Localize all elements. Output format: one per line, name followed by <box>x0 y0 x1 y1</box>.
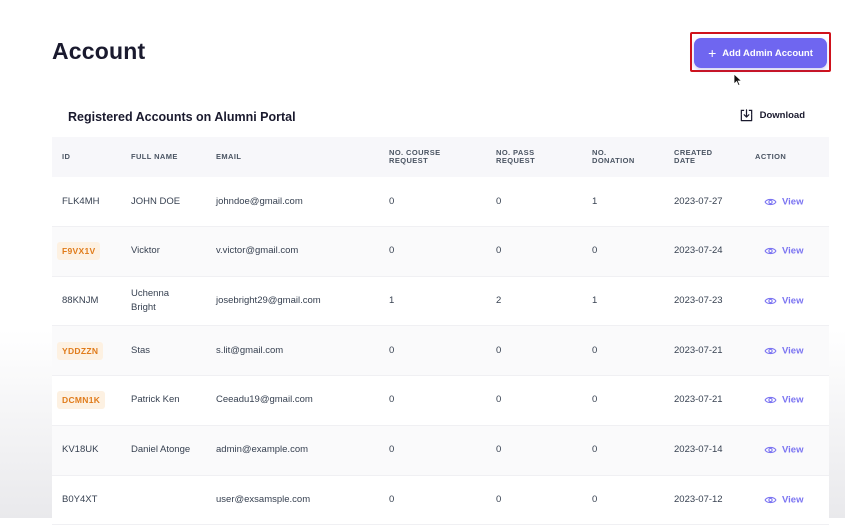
cell-email: josebright29@gmail.com <box>216 294 321 306</box>
header-full-name: FULL NAME <box>131 152 178 161</box>
cell-pass-request: 0 <box>496 493 502 505</box>
plus-icon: + <box>708 44 717 61</box>
view-label: View <box>782 196 804 207</box>
cell-course-request: 0 <box>389 394 395 406</box>
cell-donation: 0 <box>592 493 598 505</box>
eye-icon <box>764 198 777 205</box>
cell-id: B0Y4XT <box>62 493 98 505</box>
header-created-date: CREATED DATE <box>674 148 713 165</box>
cell-pass-request: 0 <box>496 245 502 257</box>
view-button[interactable]: View <box>764 295 803 306</box>
cell-created-date: 2023-07-24 <box>674 245 723 257</box>
view-label: View <box>782 295 804 307</box>
page-title: Account <box>52 38 146 64</box>
cell-created-date: 2023-07-27 <box>674 195 723 207</box>
cell-id: FLK4MH <box>62 195 100 207</box>
cell-created-date: 2023-07-14 <box>674 444 723 455</box>
table-row: F9VX1V Vicktor v.victor@gmail.com 0 0 0 2023-0… <box>52 226 829 277</box>
cell-pass-request: 2 <box>496 294 502 306</box>
view-button[interactable]: View <box>764 246 803 257</box>
header-id: ID <box>62 152 71 161</box>
view-label: View <box>782 494 804 506</box>
header-course-request: NO. COURSE REQUEST <box>389 148 441 165</box>
cell-id: DCMN1K <box>57 391 106 410</box>
download-button[interactable]: Download <box>739 108 805 123</box>
header-email: EMAIL <box>216 152 242 161</box>
cell-full-name: Patrick Ken <box>131 394 180 406</box>
cell-donation: 1 <box>592 195 598 207</box>
cell-pass-request: 0 <box>496 195 502 207</box>
cell-id: F9VX1V <box>57 242 101 261</box>
view-button[interactable]: View <box>764 494 803 505</box>
header-pass-request: NO. PASS REQUEST <box>496 148 536 165</box>
cell-course-request: 0 <box>389 195 395 207</box>
header-donation: NO. DONATION <box>592 148 635 165</box>
cell-pass-request: 0 <box>496 444 502 455</box>
cell-id: KV18UK <box>62 444 99 455</box>
table-row: YDDZZN Stas s.lit@gmail.com 0 0 0 2023-07-21 Vi… <box>52 326 829 377</box>
cell-donation: 1 <box>592 294 598 306</box>
mouse-cursor-icon <box>733 73 743 87</box>
cell-created-date: 2023-07-21 <box>674 344 723 356</box>
accounts-card: Registered Accounts on Alumni Portal Dow… <box>52 94 829 525</box>
view-button[interactable]: View <box>764 345 803 356</box>
cell-email: Ceeadu19@gmail.com <box>216 394 313 406</box>
cell-course-request: 0 <box>389 344 395 356</box>
cell-pass-request: 0 <box>496 394 502 406</box>
cell-donation: 0 <box>592 245 598 257</box>
cell-donation: 0 <box>592 444 598 455</box>
cell-email: admin@example.com <box>216 444 309 455</box>
cell-email: s.lit@gmail.com <box>216 344 284 356</box>
view-label: View <box>782 245 804 257</box>
view-button[interactable]: View <box>764 445 803 456</box>
view-label: View <box>782 444 804 456</box>
cell-id: 88KNJM <box>62 294 99 306</box>
cell-email: johndoe@gmail.com <box>216 195 303 207</box>
cell-full-name: JOHN DOE <box>131 195 181 207</box>
eye-icon <box>764 297 777 304</box>
eye-icon <box>764 397 777 404</box>
cell-pass-request: 0 <box>496 344 502 356</box>
eye-icon <box>764 446 777 454</box>
view-button[interactable]: View <box>764 196 803 207</box>
header-action: ACTION <box>755 152 787 161</box>
cell-course-request: 0 <box>389 444 395 455</box>
eye-icon <box>764 496 777 503</box>
view-label: View <box>782 394 804 406</box>
cell-full-name: Stas <box>131 344 151 356</box>
table-row: FLK4MH JOHN DOE johndoe@gmail.com 0 0 1 2023-0… <box>52 177 829 227</box>
eye-icon <box>764 248 777 255</box>
view-label: View <box>782 345 804 357</box>
table-row: 88KNJM Uchenna Bright josebright29@gmail.c… <box>52 276 829 327</box>
cell-id: YDDZZN <box>57 341 104 360</box>
cell-full-name: Vicktor <box>131 245 160 257</box>
download-icon <box>740 109 752 122</box>
cell-created-date: 2023-07-12 <box>674 493 723 505</box>
eye-icon <box>764 347 777 354</box>
cell-created-date: 2023-07-21 <box>674 394 723 406</box>
cell-course-request: 0 <box>389 245 395 257</box>
cell-donation: 0 <box>592 394 598 406</box>
cell-full-name: Daniel Atonge <box>131 444 191 455</box>
table-header: ID FULL NAME EMAIL NO. COURSE REQUEST NO… <box>52 137 829 177</box>
table-row: DCMN1K Patrick Ken Ceeadu19@gmail.com 0 0 0 20… <box>52 376 829 426</box>
cell-course-request: 1 <box>389 294 395 306</box>
cell-email: v.victor@gmail.com <box>216 245 299 257</box>
cell-donation: 0 <box>592 344 598 356</box>
view-button[interactable]: View <box>764 395 803 406</box>
table-row: KV18UK Daniel Atonge admin@example.com 0 0 0 2… <box>52 425 829 476</box>
cell-full-name: Uchenna Bright <box>131 287 170 313</box>
card-title: Registered Accounts on Alumni Portal <box>68 110 296 124</box>
add-admin-account-label: Add Admin Account <box>722 47 813 59</box>
cell-email: user@exsamsple.com <box>216 493 311 505</box>
download-label: Download <box>759 110 805 121</box>
cell-created-date: 2023-07-23 <box>674 294 723 306</box>
cell-course-request: 0 <box>389 493 395 505</box>
add-admin-account-button[interactable]: + Add Admin Account <box>694 38 827 68</box>
